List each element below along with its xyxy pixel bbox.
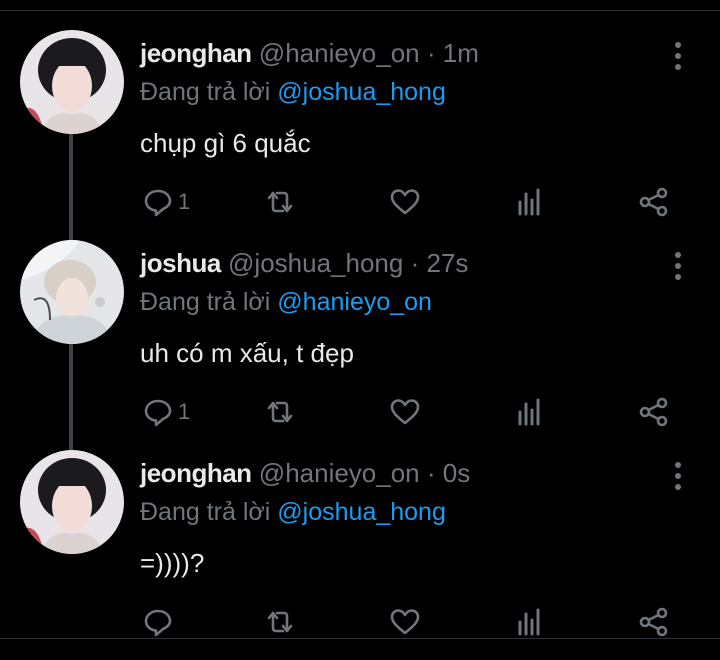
user-handle[interactable]: @hanieyo_on [259,38,420,68]
like-icon [390,189,420,215]
share-icon [639,187,668,217]
reply-button[interactable]: 1 [142,182,190,222]
top-divider [0,0,720,11]
replying-to-label: Đang trả lời [140,288,271,316]
tweet[interactable]: jeonghan @hanieyo_on · 0s Đang trả lời @… [0,450,720,660]
more-icon[interactable] [668,252,688,288]
retweet-icon [267,191,293,213]
display-name[interactable]: joshua [140,248,221,278]
user-handle[interactable]: @hanieyo_on [259,458,420,488]
avatar[interactable] [20,450,124,554]
avatar-image-joshua [20,240,124,344]
analytics-button[interactable] [514,392,546,432]
timestamp[interactable]: 0s [443,458,470,488]
action-bar [140,602,680,642]
tweet-header: jeonghan @hanieyo_on · 1m [140,38,479,69]
avatar-image-jeonghan [20,30,124,134]
reply-icon [144,609,172,637]
analytics-icon [518,188,540,216]
reply-button[interactable] [142,602,178,642]
share-icon [639,397,668,427]
retweet-icon [267,401,293,423]
like-button[interactable] [389,392,421,432]
tweet-header: joshua @joshua_hong · 27s [140,248,468,279]
replying-to: Đang trả lời @joshua_hong [140,78,446,107]
analytics-button[interactable] [514,182,546,222]
bottom-divider [0,638,720,644]
display-name[interactable]: jeonghan [140,38,252,68]
like-icon [390,399,420,425]
tweet-header: jeonghan @hanieyo_on · 0s [140,458,470,489]
retweet-button[interactable] [264,182,296,222]
avatar[interactable] [20,240,124,344]
reply-icon [144,399,172,427]
display-name[interactable]: jeonghan [140,458,252,488]
separator: · [426,458,436,488]
tweet-text: chụp gì 6 quắc [140,128,311,158]
tweet[interactable]: joshua @joshua_hong · 27s Đang trả lời @… [0,240,720,450]
timestamp[interactable]: 27s [426,248,468,278]
mention-link[interactable]: @hanieyo_on [277,288,432,316]
share-icon [639,607,668,637]
action-bar: 1 [140,182,680,222]
action-bar: 1 [140,392,680,432]
mention-link[interactable]: @joshua_hong [277,498,446,526]
tweet[interactable]: jeonghan @hanieyo_on · 1m Đang trả lời @… [0,30,720,240]
reply-button[interactable]: 1 [142,392,190,432]
analytics-icon [518,398,540,426]
replying-to: Đang trả lời @hanieyo_on [140,288,432,317]
timestamp[interactable]: 1m [443,38,479,68]
reply-count: 1 [178,399,191,424]
mention-link[interactable]: @joshua_hong [277,78,446,106]
tweet-text: =))))? [140,548,205,578]
replying-to-label: Đang trả lời [140,498,271,526]
like-icon [390,609,420,635]
reply-count: 1 [178,189,191,214]
retweet-button[interactable] [264,602,296,642]
user-handle[interactable]: @joshua_hong [228,248,403,278]
share-button[interactable] [638,182,670,222]
retweet-button[interactable] [264,392,296,432]
separator: · [410,248,420,278]
more-icon[interactable] [668,42,688,78]
like-button[interactable] [389,182,421,222]
separator: · [426,38,436,68]
replying-to-label: Đang trả lời [140,78,271,106]
analytics-button[interactable] [514,602,546,642]
retweet-icon [267,611,293,633]
like-button[interactable] [389,602,421,642]
avatar[interactable] [20,30,124,134]
reply-icon [144,189,172,217]
share-button[interactable] [638,392,670,432]
analytics-icon [518,608,540,636]
avatar-image-jeonghan [20,450,124,554]
more-icon[interactable] [668,462,688,498]
share-button[interactable] [638,602,670,642]
replying-to: Đang trả lời @joshua_hong [140,498,446,527]
tweet-text: uh có m xấu, t đẹp [140,338,354,368]
